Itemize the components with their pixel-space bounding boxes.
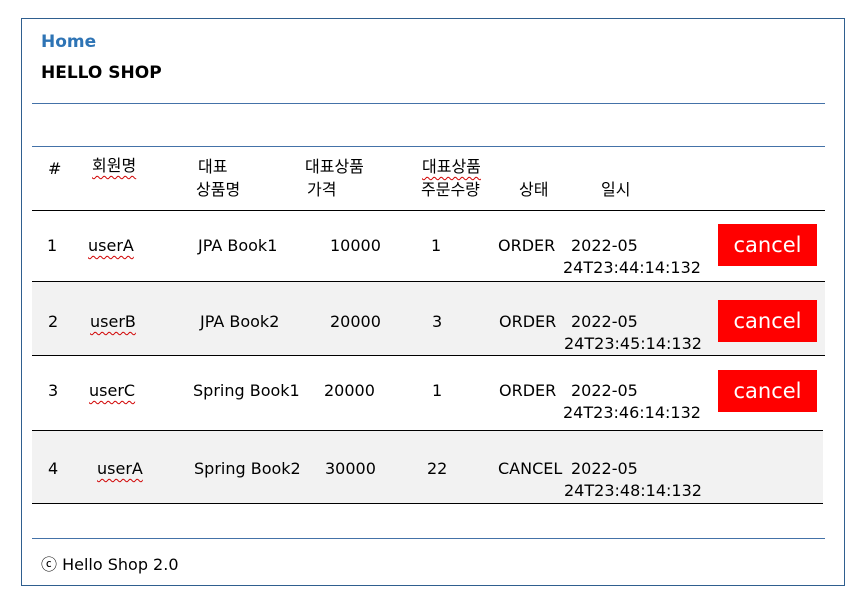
row-qty: 1 bbox=[432, 381, 443, 400]
row-qty: 3 bbox=[432, 312, 443, 331]
row-member: userB bbox=[90, 312, 136, 331]
table-row-stripe bbox=[32, 282, 825, 355]
row-member: userA bbox=[97, 459, 143, 478]
row-date-line2: 24T23:45:14:132 bbox=[564, 334, 702, 353]
row-date-line1: 2022-05 bbox=[571, 312, 638, 331]
row-qty: 1 bbox=[431, 236, 442, 255]
row-item: JPA Book2 bbox=[200, 312, 280, 331]
cancel-button[interactable]: cancel bbox=[718, 300, 817, 342]
row-qty: 22 bbox=[427, 459, 448, 478]
table-bottom-divider bbox=[32, 503, 823, 504]
column-header-item-line2: 상품명 bbox=[196, 180, 241, 199]
row-status: ORDER bbox=[499, 312, 557, 331]
column-header-qty-line1: 대표상품 bbox=[422, 157, 481, 176]
cancel-button[interactable]: cancel bbox=[718, 370, 817, 412]
header-row-divider bbox=[32, 210, 825, 211]
cancel-button[interactable]: cancel bbox=[718, 224, 817, 266]
row-date-line2: 24T23:48:14:132 bbox=[564, 481, 702, 500]
row-price: 30000 bbox=[325, 459, 376, 478]
header-divider bbox=[32, 103, 825, 104]
row-price: 10000 bbox=[330, 236, 381, 255]
column-header-member: 회원명 bbox=[92, 156, 137, 175]
row-date-line1: 2022-05 bbox=[571, 381, 638, 400]
column-header-status: 상태 bbox=[519, 180, 549, 199]
row-item: JPA Book1 bbox=[198, 236, 278, 255]
row-status: ORDER bbox=[499, 381, 557, 400]
row-number: 3 bbox=[48, 381, 59, 400]
row-number: 4 bbox=[48, 459, 59, 478]
column-header-number: # bbox=[48, 159, 62, 178]
column-header-item-line1: 대표 bbox=[198, 157, 228, 176]
column-header-qty-line2: 주문수량 bbox=[421, 180, 480, 199]
brand-title: HELLO SHOP bbox=[41, 63, 162, 83]
table-top-divider bbox=[32, 146, 825, 147]
row-item: Spring Book2 bbox=[194, 459, 301, 478]
row-number: 1 bbox=[47, 236, 58, 255]
row-date-line1: 2022-05 bbox=[571, 459, 638, 478]
footer-divider bbox=[32, 538, 825, 539]
row-price: 20000 bbox=[324, 381, 375, 400]
column-header-price-line1: 대표상품 bbox=[305, 157, 364, 176]
row-date-line1: 2022-05 bbox=[571, 236, 638, 255]
row-status: CANCEL bbox=[498, 459, 563, 478]
row-number: 2 bbox=[48, 312, 59, 331]
row-item: Spring Book1 bbox=[193, 381, 300, 400]
row-date-line2: 24T23:46:14:132 bbox=[563, 403, 701, 422]
row-member: userA bbox=[88, 236, 134, 255]
footer-text: ⓒ Hello Shop 2.0 bbox=[41, 555, 179, 574]
column-header-date: 일시 bbox=[601, 180, 631, 199]
row-member: userC bbox=[89, 381, 136, 400]
row-price: 20000 bbox=[330, 312, 381, 331]
row-status: ORDER bbox=[498, 236, 556, 255]
row-date-line2: 24T23:44:14:132 bbox=[563, 258, 701, 277]
column-header-price-line2: 가격 bbox=[307, 180, 337, 199]
home-link[interactable]: Home bbox=[41, 32, 96, 52]
row-divider bbox=[32, 355, 825, 356]
